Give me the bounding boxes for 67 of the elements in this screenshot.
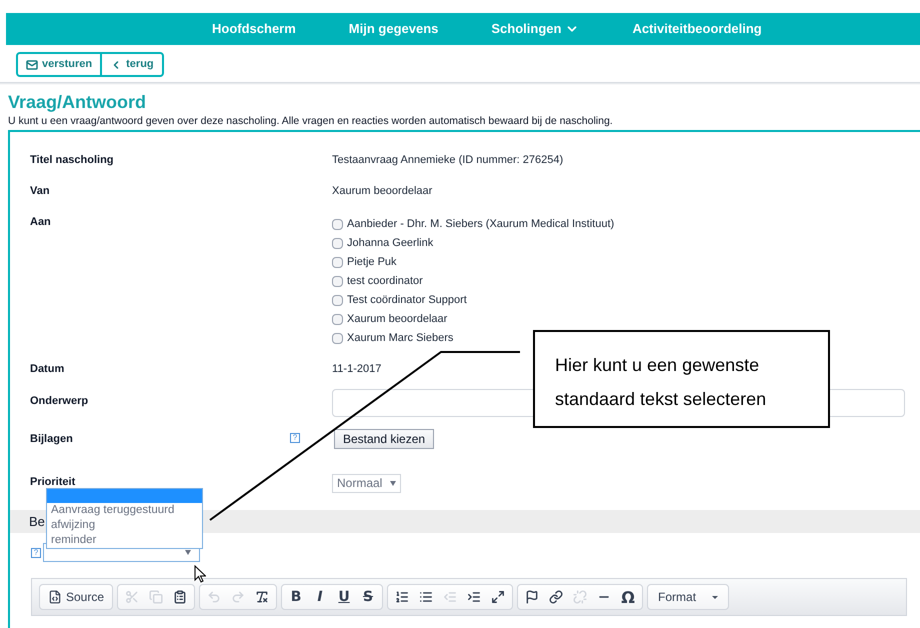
checkbox[interactable] [332, 333, 343, 344]
help-icon[interactable]: ? [31, 548, 41, 558]
field-label: Prioriteit [30, 476, 76, 488]
page-title: Vraag/Antwoord [8, 91, 148, 113]
recipient-label: Xaurum Marc Siebers [347, 332, 454, 345]
recipient-label: Aanbieder - Dhr. M. Siebers (Xaurum Medical Instituut) [347, 218, 614, 231]
callout-text: Hier kunt u een gewenste standaard tekst selecteren [555, 354, 768, 411]
checkbox[interactable] [332, 219, 343, 230]
checkbox[interactable] [332, 257, 343, 268]
checkbox[interactable] [332, 238, 343, 249]
field-label: Onderwerp [30, 395, 88, 407]
field-label: Titel nascholing [30, 154, 114, 167]
section-heading: Be [29, 515, 45, 528]
format-dropdown[interactable]: Format [650, 585, 726, 609]
bullet-list-icon [419, 590, 434, 604]
checkbox[interactable] [332, 314, 343, 325]
priority-select[interactable]: Normaal [332, 474, 402, 493]
italic-button[interactable]: I [308, 585, 332, 609]
nav-link[interactable]: Scholingen [491, 19, 580, 39]
caret-icon [712, 596, 718, 598]
clear-format-icon [255, 590, 270, 604]
dropdown-option[interactable]: afwijzing [47, 518, 202, 533]
underline-button[interactable]: U [332, 585, 356, 609]
intro-text: U kunt u een vraag/antwoord geven over deze nascholing. Alle vragen en reacties worden automatisch bewaard bij de nascholing. [8, 114, 614, 128]
redo-icon [231, 590, 246, 604]
choose-file-button[interactable]: Bestand kiezen [334, 429, 434, 449]
recipient-label: test coordinator [347, 275, 423, 288]
caret-icon [390, 481, 396, 486]
envelope-icon [26, 58, 38, 70]
copy-icon [149, 590, 164, 604]
bold-button[interactable]: B [284, 585, 308, 609]
send-button[interactable]: versturen [16, 52, 102, 77]
recipient-label: Pietje Puk [347, 256, 397, 269]
nav-link[interactable]: Activiteitbeoordeling [632, 19, 762, 39]
source-button[interactable]: Source [42, 585, 110, 609]
maximize-icon [491, 590, 506, 604]
indent-icon [467, 590, 482, 604]
special-char-button[interactable]: Ω [616, 585, 640, 609]
field-label: Bijlagen [30, 433, 73, 446]
link-icon [549, 590, 564, 604]
nav-link[interactable]: Mijn gegevens [348, 19, 438, 39]
outdent-icon [443, 590, 458, 604]
field-label: Datum [30, 363, 64, 376]
help-icon[interactable]: ? [290, 433, 300, 443]
document-icon [48, 590, 62, 604]
date-value: 11-1-2017 [332, 363, 382, 376]
field-label: Van [30, 185, 50, 198]
nav-link[interactable]: Hoofdscherm [212, 19, 296, 39]
sender-value: Xaurum beoordelaar [332, 185, 432, 198]
field-label: Aan [30, 216, 51, 229]
mouse-cursor-icon [194, 565, 206, 583]
numbered-list-icon [395, 590, 410, 604]
recipient-label: Xaurum beoordelaar [347, 313, 448, 326]
unlink-icon [573, 590, 588, 604]
scissors-icon [125, 590, 140, 604]
flag-icon [525, 590, 540, 604]
undo-icon [207, 590, 222, 604]
title-value: Testaanvraag Annemieke (ID nummer: 276254) [332, 154, 564, 167]
strike-button[interactable]: S [356, 585, 380, 609]
checkbox[interactable] [332, 276, 343, 287]
back-button[interactable]: terug [100, 52, 164, 77]
dropdown-option[interactable]: reminder [47, 533, 202, 548]
clipboard-icon [173, 590, 188, 604]
recipient-label: Test coördinator Support [347, 294, 467, 307]
dropdown-option[interactable]: Aanvraag teruggestuurd [47, 503, 202, 518]
checkbox[interactable] [332, 295, 343, 306]
recipient-label: Johanna Geerlink [347, 237, 434, 250]
